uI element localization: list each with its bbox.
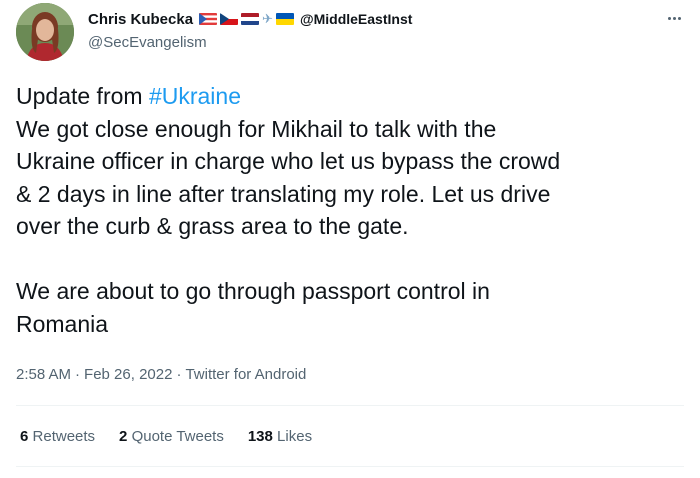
author-handle[interactable]: @SecEvangelism: [88, 34, 412, 51]
avatar[interactable]: [16, 3, 74, 61]
czech-flag-icon: [220, 13, 239, 25]
retweets-stat[interactable]: 6 Retweets: [20, 428, 95, 445]
display-name[interactable]: Chris Kubecka: [88, 11, 193, 28]
tweet-body: Update from #Ukraine We got close enough…: [16, 80, 686, 340]
tweet-line: Romania: [16, 310, 109, 337]
tweet-header: Chris Kubecka ✈ @MiddleEastInst @SecEvan…: [88, 10, 412, 52]
quote-tweets-label: Quote Tweets: [131, 428, 224, 445]
tweet-line: We got close enough for Mikhail to talk …: [16, 115, 497, 142]
author-mention[interactable]: @MiddleEastInst: [300, 11, 412, 27]
flag-emojis: ✈: [199, 11, 294, 26]
puerto-rico-flag-icon: [199, 13, 218, 25]
airplane-icon: ✈: [262, 11, 273, 26]
tweet-stats: 6 Retweets 2 Quote Tweets 138 Likes: [20, 428, 312, 445]
divider: [16, 466, 684, 467]
meta-separator: ·: [176, 366, 182, 383]
tweet-line: We are about to go through passport cont…: [16, 278, 490, 304]
quote-tweets-count: 2: [119, 428, 128, 445]
avatar-image: [16, 3, 74, 61]
retweets-count: 6: [20, 428, 29, 445]
quote-tweets-stat[interactable]: 2 Quote Tweets: [119, 428, 224, 445]
netherlands-flag-icon: [241, 13, 260, 25]
tweet-source[interactable]: Twitter for Android: [185, 366, 306, 383]
more-options-icon[interactable]: [662, 8, 686, 28]
divider: [16, 405, 684, 406]
likes-label: Likes: [277, 428, 313, 445]
tweet-card: Chris Kubecka ✈ @MiddleEastInst @SecEvan…: [0, 0, 700, 478]
ukraine-flag-icon: [275, 13, 294, 25]
retweets-label: Retweets: [32, 428, 96, 445]
tweet-date[interactable]: Feb 26, 2022: [84, 366, 172, 383]
tweet-line: & 2 days in line after translating my ro…: [16, 180, 551, 207]
tweet-line: Ukraine officer in charge who let us byp…: [16, 148, 561, 174]
tweet-time[interactable]: 2:58 AM: [16, 366, 71, 383]
likes-stat[interactable]: 138 Likes: [248, 428, 312, 445]
tweet-line: Update from #Ukraine: [16, 80, 686, 113]
tweet-meta: 2:58 AM · Feb 26, 2022 · Twitter for Android: [16, 366, 306, 383]
hashtag-link[interactable]: #Ukraine: [149, 83, 241, 109]
likes-count: 138: [247, 428, 273, 445]
meta-separator: ·: [75, 366, 81, 383]
tweet-line-text: Update from: [16, 83, 149, 109]
tweet-line: over the curb & grass area to the gate.: [16, 213, 409, 239]
